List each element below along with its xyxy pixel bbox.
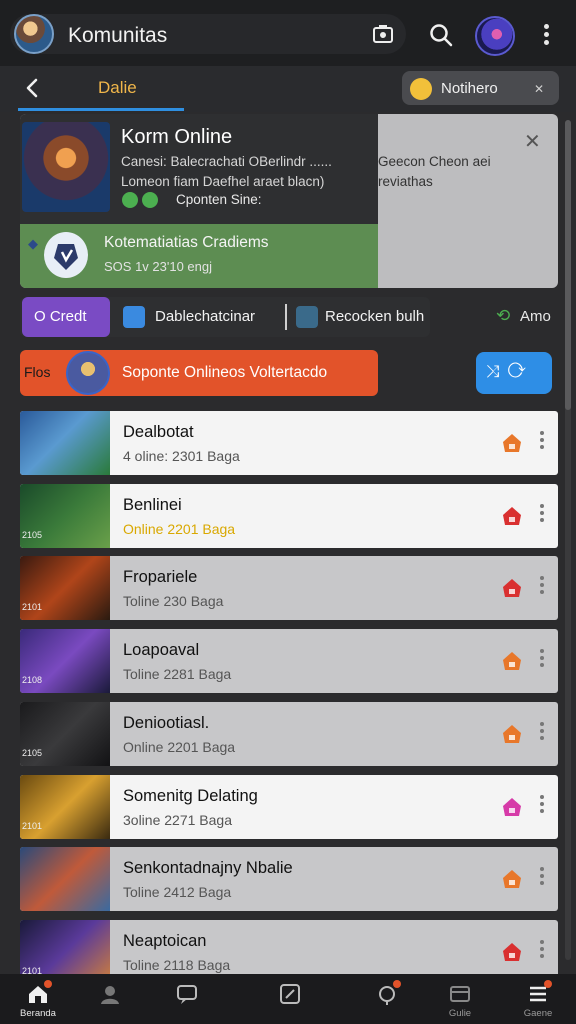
row-more-icon[interactable]	[538, 867, 546, 891]
community-thumb-tag: 2101	[22, 820, 43, 831]
community-thumb-tag: 2105	[22, 747, 43, 758]
search-icon[interactable]	[428, 22, 454, 48]
nav-item-people[interactable]	[80, 978, 140, 1022]
community-row[interactable]: 2101 Somenitg Delating 3oline 2271 Baga	[20, 774, 558, 839]
diamond-icon: ◆	[28, 236, 38, 251]
community-subtitle: 4 oline: 2301 Baga	[123, 448, 240, 464]
community-row[interactable]: Senkontadnajny Nbalie Toline 2412 Baga	[20, 847, 558, 912]
community-row[interactable]: 2101 Fropariele Toline 230 Baga	[20, 556, 558, 621]
featured-group-title: Kotematiatias Cradiems	[104, 234, 269, 251]
credit-button-label: O Credt	[34, 308, 87, 325]
scrollbar-thumb[interactable]	[565, 120, 571, 410]
row-more-icon[interactable]	[538, 939, 546, 964]
community-subtitle: Toline 2118 Baga	[123, 956, 231, 973]
chat-icon	[175, 982, 199, 1006]
nav-item-menu[interactable]: Gaene	[508, 978, 568, 1022]
nav-item-label: Gulie	[448, 1008, 472, 1019]
nav-item-notification[interactable]	[357, 978, 417, 1022]
back-arrow-icon[interactable]	[20, 76, 46, 100]
shuffle-icon: ⤨⟳	[486, 362, 534, 381]
featured-title: Korm Online	[121, 126, 233, 148]
house-badge-icon	[500, 576, 524, 600]
dismiss-icon[interactable]: ✕	[534, 82, 544, 96]
group-shield-icon	[44, 232, 88, 278]
community-row[interactable]: 2105 Deniootiasl. Online 2201 Baga	[20, 701, 558, 766]
promo-avatar	[66, 351, 110, 395]
nav-item-home[interactable]: Beranda	[8, 978, 68, 1022]
house-badge-icon	[500, 649, 524, 673]
row-more-icon[interactable]	[538, 649, 546, 673]
active-tab-indicator	[18, 108, 184, 111]
featured-game-thumbnail	[22, 122, 110, 212]
community-title: Deniootiasl.	[123, 713, 210, 732]
community-avatar[interactable]	[14, 14, 54, 54]
community-thumb-tag: 2101	[22, 602, 43, 613]
row-more-icon[interactable]	[538, 503, 546, 528]
community-title: Benlinei	[123, 495, 182, 514]
nav-item-label: Beranda	[20, 1008, 56, 1019]
page-title: Komunitas	[68, 24, 168, 47]
row-more-icon[interactable]	[538, 794, 546, 819]
promo-tag: Flos	[24, 364, 51, 380]
house-badge-icon	[500, 431, 524, 455]
community-title: Loapoaval	[123, 641, 200, 660]
community-thumb-tag: 2108	[22, 675, 43, 686]
house-badge-icon	[500, 795, 524, 819]
nav-item-library[interactable]: Gulie	[430, 978, 490, 1022]
community-title: Somenitg Delating	[123, 786, 258, 805]
community-subtitle: Toline 2412 Baga	[123, 884, 232, 901]
more-options-icon[interactable]	[538, 24, 554, 48]
notification-chip-label: Notihero	[441, 80, 498, 97]
community-title: Dealbotat	[123, 423, 194, 441]
row-more-icon[interactable]	[538, 431, 546, 455]
community-subtitle: 3oline 2271 Baga	[123, 811, 232, 828]
featured-chip-label: Cponten Sine:	[176, 192, 262, 207]
community-row[interactable]: 2108 Loapoaval Toline 2281 Baga	[20, 629, 558, 694]
community-title: Senkontadnajny Nbalie	[123, 859, 293, 878]
dashboard-button[interactable]: Dablechatcinar	[155, 308, 255, 325]
member-dots-icon	[122, 192, 172, 210]
compose-icon	[278, 982, 302, 1006]
row-more-icon[interactable]	[538, 576, 546, 600]
community-title: Neaptoican	[123, 931, 207, 950]
emoji-icon	[410, 78, 432, 100]
nav-badge-dot	[544, 980, 552, 988]
nav-item-label: Gaene	[523, 1008, 553, 1019]
nav-badge-dot	[393, 980, 401, 988]
community-subtitle: Toline 2281 Baga	[123, 666, 232, 683]
community-title: Fropariele	[123, 568, 198, 587]
community-thumbnail	[20, 847, 110, 912]
community-thumbnail	[20, 411, 110, 475]
recommend-button[interactable]: Recocken bulh	[325, 308, 424, 325]
dashboard-icon	[123, 306, 145, 328]
nav-item-chat[interactable]	[157, 978, 217, 1022]
close-icon[interactable]: ✕	[524, 129, 541, 154]
chip-divider	[285, 304, 287, 330]
featured-description: Canesi: Balecrachati OBerlindr ...... Lo…	[121, 154, 332, 189]
community-subtitle: Toline 230 Baga	[123, 593, 224, 610]
community-subtitle: Online 2201 Baga	[123, 738, 236, 755]
nav-item-compose[interactable]	[260, 978, 320, 1022]
nav-badge-dot	[44, 980, 52, 988]
people-icon	[98, 982, 122, 1006]
tab-detail[interactable]: Dalie	[98, 78, 137, 98]
house-badge-icon	[500, 504, 524, 528]
promo-label: Soponte Onlineos Voltertacdo	[122, 364, 328, 381]
amo-button[interactable]: Amo	[520, 308, 551, 325]
row-more-icon[interactable]	[538, 721, 546, 746]
featured-group-meta: SOS 1v 23'10 engj	[104, 259, 212, 274]
community-thumb-tag: 2105	[22, 529, 43, 540]
camera-icon[interactable]	[372, 24, 394, 44]
library-icon	[448, 982, 472, 1006]
house-badge-icon	[500, 722, 524, 746]
community-row[interactable]: 2105 Benlinei Online 2201 Baga	[20, 483, 558, 548]
user-avatar[interactable]	[475, 16, 515, 56]
recommend-icon	[296, 306, 318, 328]
refresh-icon[interactable]: ⟲	[496, 306, 510, 326]
house-badge-icon	[500, 867, 524, 891]
featured-side-text: Geecon Cheon aei reviathas	[378, 154, 491, 189]
community-subtitle: Online 2201 Baga	[123, 520, 236, 537]
community-row[interactable]: Dealbotat 4 oline: 2301 Baga	[20, 411, 558, 475]
house-badge-icon	[500, 940, 524, 964]
